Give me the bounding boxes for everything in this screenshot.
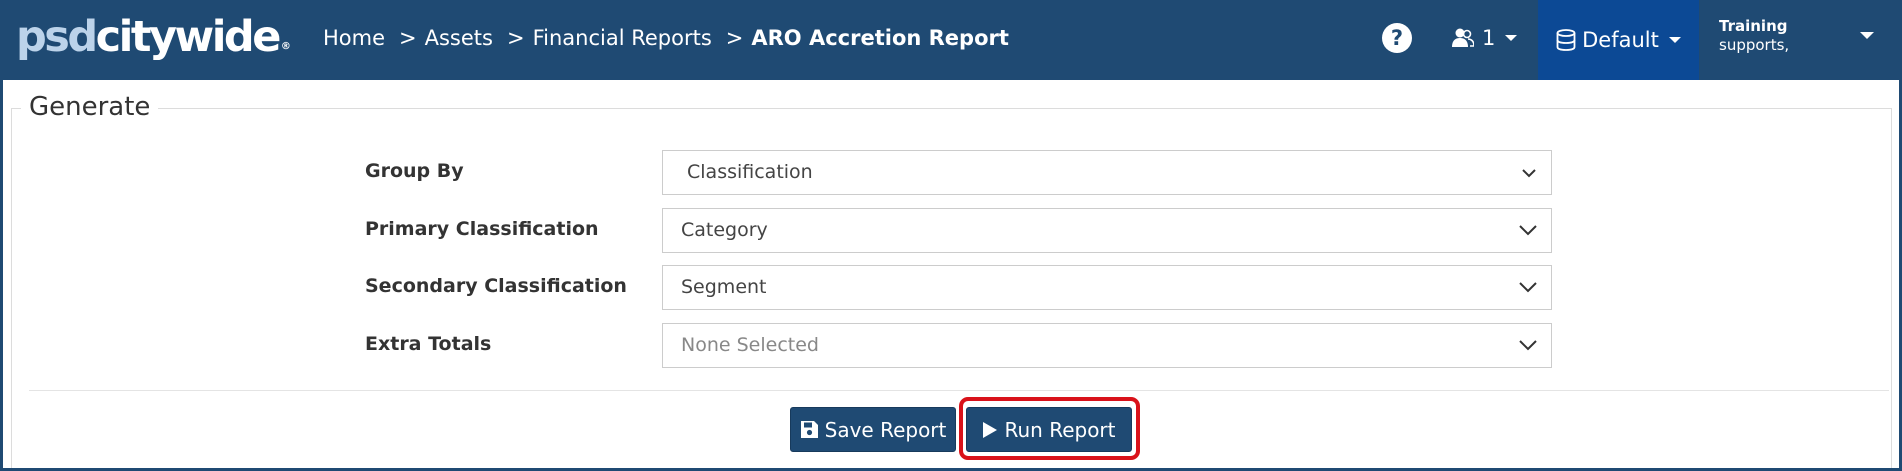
- chevron-down-icon: [1519, 225, 1537, 236]
- run-report-button[interactable]: Run Report: [966, 407, 1132, 452]
- breadcrumb: Home > Assets > Financial Reports > ARO …: [323, 22, 1009, 54]
- user-count: 1: [1482, 26, 1496, 50]
- breadcrumb-home[interactable]: Home: [323, 22, 385, 54]
- chevron-down-icon: [1668, 37, 1681, 43]
- breadcrumb-separator: >: [399, 26, 417, 50]
- form-row-group-by: Group By Classification: [3, 150, 1899, 195]
- extra-totals-placeholder: None Selected: [681, 334, 819, 356]
- app-frame: psdcitywide ® Home > Assets > Financial R…: [0, 0, 1902, 471]
- secondary-classification-value: Segment: [681, 276, 767, 298]
- save-report-label: Save Report: [824, 417, 947, 442]
- generate-report-panel: Generate Group By Classification Primary…: [3, 80, 1899, 468]
- form-row-extra-totals: Extra Totals None Selected: [3, 323, 1899, 368]
- floppy-disk-icon: [800, 421, 818, 438]
- form-divider: [29, 390, 1889, 391]
- top-navbar: psdcitywide ® Home > Assets > Financial R…: [0, 0, 1902, 80]
- primary-classification-label: Primary Classification: [365, 218, 599, 240]
- play-icon: [983, 421, 998, 438]
- group-by-label: Group By: [365, 160, 464, 182]
- secondary-classification-label: Secondary Classification: [365, 275, 627, 297]
- extra-totals-label: Extra Totals: [365, 333, 492, 355]
- account-menu[interactable]: Training supports,: [1700, 0, 1902, 80]
- breadcrumb-assets[interactable]: Assets: [425, 22, 493, 54]
- chevron-down-icon: [1522, 169, 1536, 178]
- account-name: Training: [1719, 17, 1788, 35]
- account-subtitle: supports,: [1719, 36, 1790, 54]
- chevron-down-icon: [1519, 340, 1537, 351]
- brand-logo[interactable]: psdcitywide ®: [16, 12, 291, 62]
- breadcrumb-current-page: ARO Accretion Report: [751, 26, 1009, 50]
- chevron-down-icon: [1860, 32, 1874, 39]
- secondary-classification-select[interactable]: Segment: [662, 265, 1552, 310]
- primary-classification-select[interactable]: Category: [662, 208, 1552, 253]
- question-circle-icon[interactable]: ?: [1382, 23, 1412, 53]
- chevron-down-icon: [1505, 35, 1518, 41]
- brand-logo-part2: citywide: [95, 12, 282, 62]
- brand-logo-registered: ®: [280, 41, 291, 52]
- form-row-secondary-classification: Secondary Classification Segment: [3, 265, 1899, 310]
- fieldset-border: [11, 108, 1891, 109]
- database-label: Default: [1582, 28, 1659, 52]
- save-report-button[interactable]: Save Report: [790, 407, 956, 452]
- breadcrumb-separator: >: [506, 26, 525, 50]
- breadcrumb-financial-reports[interactable]: Financial Reports: [533, 22, 712, 54]
- group-by-select[interactable]: Classification: [662, 150, 1552, 195]
- fieldset-legend: Generate: [21, 90, 159, 124]
- form-row-primary-classification: Primary Classification Category: [3, 208, 1899, 253]
- database-icon: [1556, 29, 1576, 51]
- primary-classification-value: Category: [681, 219, 768, 241]
- extra-totals-multiselect[interactable]: None Selected: [662, 323, 1552, 368]
- brand-logo-part1: psd: [16, 12, 98, 62]
- chevron-down-icon: [1519, 282, 1537, 293]
- group-by-value: Classification: [687, 161, 813, 183]
- database-selector[interactable]: Default: [1538, 0, 1699, 80]
- run-report-label: Run Report: [1004, 417, 1116, 442]
- breadcrumb-separator: >: [725, 26, 744, 50]
- users-icon: [1452, 28, 1474, 47]
- user-menu-dropdown[interactable]: 1: [1452, 22, 1518, 54]
